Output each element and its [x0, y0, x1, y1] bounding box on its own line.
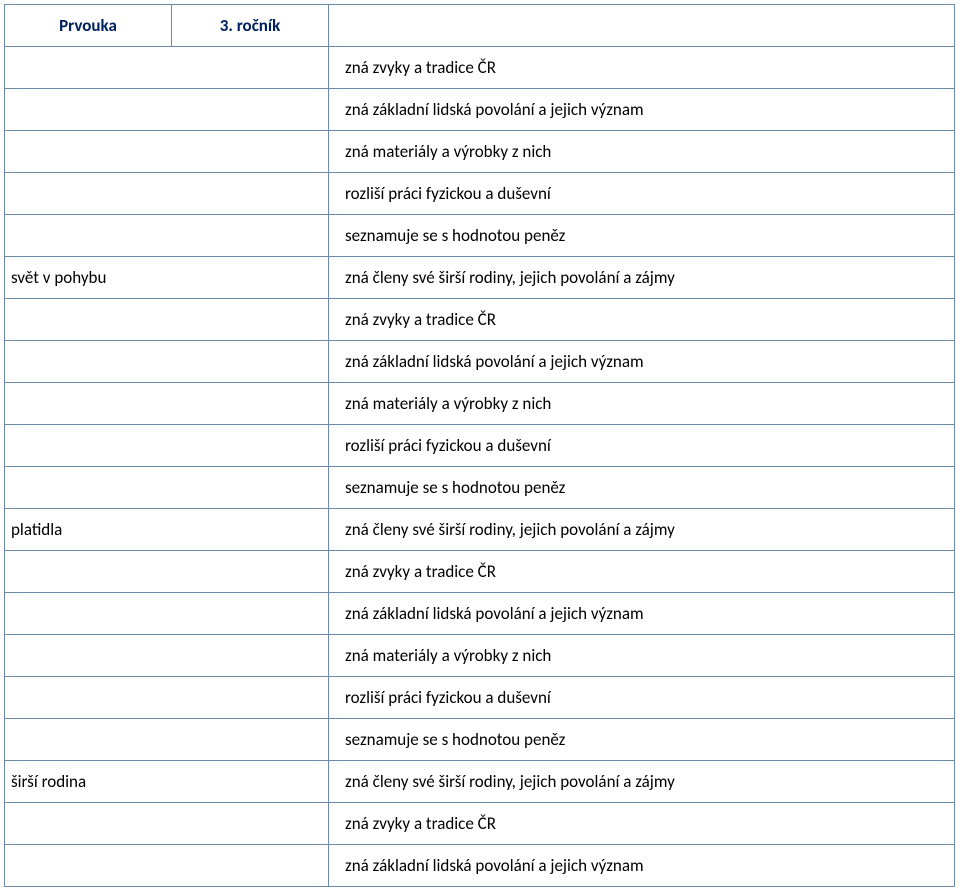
table-row: seznamuje se s hodnotou peněz [5, 719, 955, 761]
row-right-cell: zná zvyky a tradice ČR [329, 803, 955, 845]
row-right-cell: zná materiály a výrobky z nich [329, 383, 955, 425]
row-left-cell: platidla [5, 509, 329, 551]
table-row: zná zvyky a tradice ČR [5, 551, 955, 593]
row-left-cell [5, 89, 329, 131]
header-col-1: Prvouka [5, 5, 172, 47]
table-row: rozliší práci fyzickou a duševní [5, 425, 955, 467]
row-left-cell: svět v pohybu [5, 257, 329, 299]
row-right-cell: zná materiály a výrobky z nich [329, 131, 955, 173]
table-row: rozliší práci fyzickou a duševní [5, 677, 955, 719]
row-left-cell [5, 299, 329, 341]
table-row: rozliší práci fyzickou a duševní [5, 173, 955, 215]
row-right-cell: zná základní lidská povolání a jejich vý… [329, 341, 955, 383]
header-col-2: 3. ročník [172, 5, 329, 47]
row-left-cell [5, 467, 329, 509]
table-row: zná zvyky a tradice ČR [5, 47, 955, 89]
row-right-cell: rozliší práci fyzickou a duševní [329, 173, 955, 215]
row-right-cell: rozliší práci fyzickou a duševní [329, 425, 955, 467]
row-left-cell [5, 131, 329, 173]
row-left-cell [5, 215, 329, 257]
table-row: platidlazná členy své širší rodiny, jeji… [5, 509, 955, 551]
row-right-cell: zná základní lidská povolání a jejich vý… [329, 845, 955, 887]
row-left-cell [5, 47, 329, 89]
curriculum-table: Prvouka 3. ročník zná zvyky a tradice ČR… [4, 4, 955, 887]
row-left-cell [5, 635, 329, 677]
row-left-cell [5, 425, 329, 467]
table-row: svět v pohybuzná členy své širší rodiny,… [5, 257, 955, 299]
row-right-cell: zná členy své širší rodiny, jejich povol… [329, 509, 955, 551]
row-left-cell [5, 341, 329, 383]
row-left-cell [5, 593, 329, 635]
row-left-cell [5, 803, 329, 845]
row-right-cell: zná zvyky a tradice ČR [329, 47, 955, 89]
table-row: zná základní lidská povolání a jejich vý… [5, 845, 955, 887]
row-right-cell: zná základní lidská povolání a jejich vý… [329, 89, 955, 131]
table-row: zná základní lidská povolání a jejich vý… [5, 593, 955, 635]
row-left-cell [5, 719, 329, 761]
row-right-cell: zná členy své širší rodiny, jejich povol… [329, 761, 955, 803]
table-row: zná základní lidská povolání a jejich vý… [5, 89, 955, 131]
row-left-cell [5, 551, 329, 593]
table-row: zná materiály a výrobky z nich [5, 635, 955, 677]
row-right-cell: seznamuje se s hodnotou peněz [329, 719, 955, 761]
table-row: zná základní lidská povolání a jejich vý… [5, 341, 955, 383]
row-right-cell: zná zvyky a tradice ČR [329, 299, 955, 341]
row-right-cell: zná členy své širší rodiny, jejich povol… [329, 257, 955, 299]
table-row: seznamuje se s hodnotou peněz [5, 467, 955, 509]
table-row: zná materiály a výrobky z nich [5, 131, 955, 173]
table-header-row: Prvouka 3. ročník [5, 5, 955, 47]
row-right-cell: zná materiály a výrobky z nich [329, 635, 955, 677]
row-right-cell: seznamuje se s hodnotou peněz [329, 215, 955, 257]
row-right-cell: rozliší práci fyzickou a duševní [329, 677, 955, 719]
row-left-cell [5, 383, 329, 425]
table-row: širší rodinazná členy své širší rodiny, … [5, 761, 955, 803]
row-right-cell: seznamuje se s hodnotou peněz [329, 467, 955, 509]
row-right-cell: zná zvyky a tradice ČR [329, 551, 955, 593]
table-row: zná zvyky a tradice ČR [5, 299, 955, 341]
row-left-cell [5, 173, 329, 215]
row-right-cell: zná základní lidská povolání a jejich vý… [329, 593, 955, 635]
row-left-cell [5, 677, 329, 719]
table-row: seznamuje se s hodnotou peněz [5, 215, 955, 257]
row-left-cell: širší rodina [5, 761, 329, 803]
row-left-cell [5, 845, 329, 887]
table-row: zná zvyky a tradice ČR [5, 803, 955, 845]
table-row: zná materiály a výrobky z nich [5, 383, 955, 425]
header-col-3 [329, 5, 955, 47]
